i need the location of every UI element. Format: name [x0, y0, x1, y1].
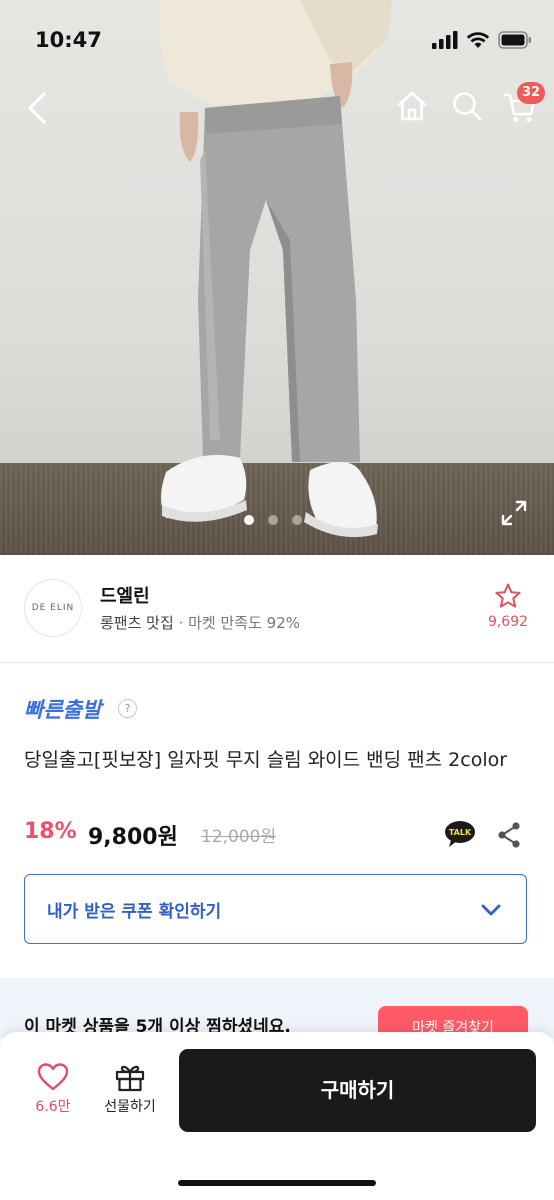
gift-label: 선물하기 [104, 1099, 156, 1115]
like-count: 6.6만 [35, 1099, 71, 1115]
gallery-pagination [244, 515, 302, 525]
pagination-dot[interactable] [292, 515, 302, 525]
like-button[interactable]: 6.6만 [22, 1062, 84, 1126]
shop-section: DE ELIN 드엘린 롱팬츠 맛집 · 마켓 만족도 92% [0, 555, 554, 663]
buy-button[interactable]: 구매하기 [179, 1049, 536, 1132]
svg-text:TALK: TALK [449, 828, 472, 837]
help-icon[interactable]: ? [118, 699, 137, 718]
shop-logo[interactable]: DE ELIN [24, 579, 82, 637]
gift-icon [115, 1065, 145, 1092]
back-icon[interactable] [22, 88, 54, 128]
pagination-dot[interactable] [244, 515, 254, 525]
coupon-label: 내가 받은 쿠폰 확인하기 [47, 902, 222, 922]
pagination-dot[interactable] [268, 515, 278, 525]
cart-count-badge: 32 [517, 82, 546, 104]
chevron-down-icon [481, 904, 501, 916]
meta-separator: · [178, 614, 184, 632]
sale-price: 9,800원 [88, 825, 178, 850]
product-image-gallery[interactable]: 10:47 32 [0, 0, 554, 555]
wish-banner: 이 마켓 상품을 5개 이상 찜하셨네요. 마켓 즐겨찾기 [0, 978, 554, 1038]
bottom-action-bar: 6.6만 선물하기 구매하기 [0, 1032, 554, 1200]
battery-icon [498, 31, 531, 49]
home-indicator [178, 1180, 376, 1186]
shop-meta: 롱팬츠 맛집 · 마켓 만족도 92% [100, 612, 300, 633]
search-icon[interactable] [451, 90, 483, 122]
wifi-icon [466, 32, 490, 48]
share-icon[interactable] [497, 821, 521, 849]
fast-shipping-badge: 빠른출발 [24, 698, 102, 722]
discount-rate: 18% [24, 819, 77, 844]
coupon-check-button[interactable]: 내가 받은 쿠폰 확인하기 [24, 874, 527, 944]
home-icon[interactable] [396, 90, 428, 122]
shop-tag: 롱팬츠 맛집 [100, 614, 174, 632]
cellular-signal-icon [432, 31, 458, 49]
product-photo [160, 0, 392, 538]
expand-icon[interactable] [500, 499, 528, 527]
original-price: 12,000원 [201, 827, 277, 847]
status-bar: 10:47 [0, 0, 554, 82]
shop-favorite-count: 9,692 [487, 614, 529, 630]
shop-satisfaction: 마켓 만족도 92% [188, 614, 301, 632]
kakao-talk-icon[interactable]: TALK [444, 820, 476, 848]
gift-button[interactable]: 선물하기 [94, 1062, 166, 1126]
shop-name[interactable]: 드엘린 [100, 582, 150, 608]
star-icon[interactable] [494, 582, 522, 610]
product-title: 당일출고[핏보장] 일자핏 무지 슬림 와이드 밴딩 팬츠 2color [24, 749, 508, 771]
heart-icon [37, 1063, 69, 1091]
status-time: 10:47 [35, 28, 102, 52]
status-icons [432, 31, 532, 49]
